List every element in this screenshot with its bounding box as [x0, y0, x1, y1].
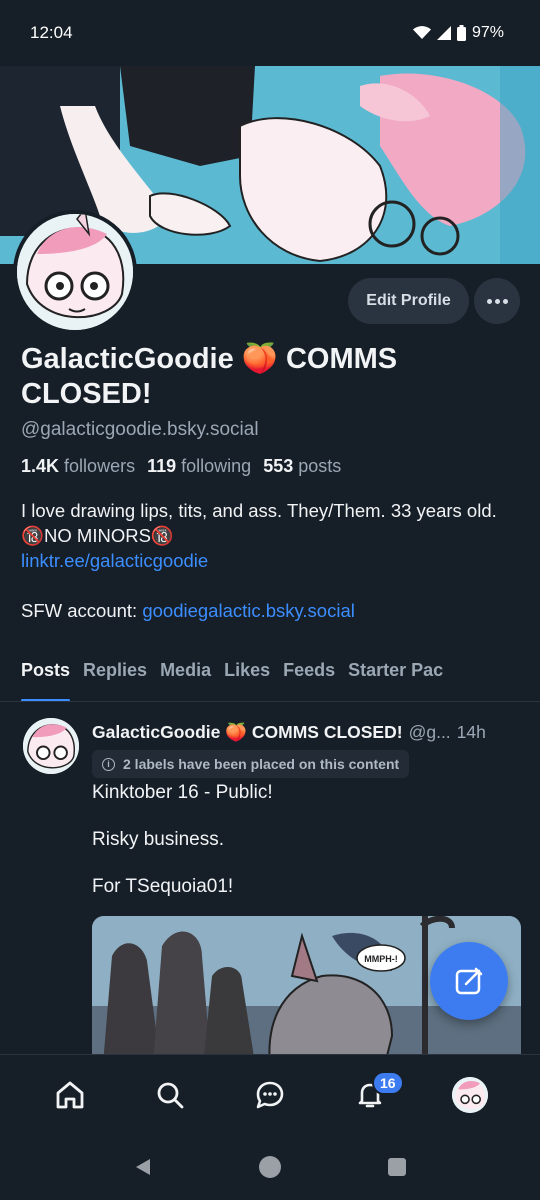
- tab-posts[interactable]: Posts: [21, 648, 71, 701]
- nav-avatar-art: [452, 1076, 488, 1113]
- home-circle-icon[interactable]: [258, 1155, 282, 1179]
- profile-tabs: Posts Replies Media Likes Feeds Starter …: [0, 648, 540, 702]
- content-labels-notice[interactable]: i 2 labels have been placed on this cont…: [92, 750, 410, 778]
- bottom-navigation: 16: [0, 1054, 540, 1134]
- post-header: GalacticGoodie 🍑 COMMS CLOSED! @g... 14h: [92, 722, 532, 743]
- tab-feeds[interactable]: Feeds: [283, 648, 335, 701]
- nav-avatar: [452, 1076, 488, 1113]
- bio-text: I love drawing lips, tits, and ass. They…: [21, 500, 497, 546]
- compose-icon: [455, 967, 483, 995]
- profile-avatar[interactable]: [13, 210, 137, 334]
- sfw-prefix: SFW account:: [21, 600, 143, 621]
- profile-handle: @galacticgoodie.bsky.social: [21, 419, 259, 440]
- nav-chat[interactable]: [240, 1065, 300, 1125]
- search-icon: [157, 1082, 184, 1108]
- nav-home[interactable]: [40, 1065, 100, 1125]
- tab-replies[interactable]: Replies: [83, 648, 147, 701]
- system-navigation: [0, 1134, 540, 1200]
- wifi-icon: [412, 26, 431, 39]
- battery-icon: [456, 25, 466, 41]
- dot-icon: [494, 298, 500, 304]
- following-count: 119: [147, 456, 177, 476]
- post-author[interactable]: GalacticGoodie 🍑 COMMS CLOSED!: [92, 722, 403, 743]
- display-name: GalacticGoodie 🍑 COMMS CLOSED!: [21, 343, 398, 410]
- post-text-line: Risky business.: [92, 829, 224, 850]
- chat-icon: [256, 1081, 284, 1108]
- followers-stat[interactable]: 1.4K followers: [21, 456, 135, 477]
- recents-icon[interactable]: [386, 1156, 408, 1178]
- nav-profile[interactable]: [440, 1065, 500, 1125]
- post-avatar-art: [23, 718, 79, 774]
- post-avatar[interactable]: [23, 718, 79, 774]
- dot-icon: [502, 298, 508, 304]
- post-text-line: For TSequoia01!: [92, 876, 234, 897]
- sfw-line: SFW account: goodiegalactic.bsky.social: [21, 598, 521, 623]
- status-time: 12:04: [30, 23, 73, 42]
- dot-icon: [486, 298, 492, 304]
- info-icon: i: [102, 757, 115, 771]
- nav-search[interactable]: [140, 1065, 200, 1125]
- posts-label: posts: [298, 456, 342, 476]
- bio-link[interactable]: linktr.ee/galacticgoodie: [21, 548, 521, 573]
- status-indicators: 97%: [412, 24, 504, 42]
- sfw-link[interactable]: goodiegalactic.bsky.social: [142, 600, 355, 621]
- post-handle: @g...: [408, 722, 451, 742]
- tab-media[interactable]: Media: [160, 648, 211, 701]
- battery-percent: 97%: [471, 24, 504, 41]
- post-text-line: Kinktober 16 - Public!: [92, 782, 273, 803]
- compose-post-button[interactable]: [430, 942, 508, 1020]
- following-stat[interactable]: 119 following: [147, 456, 251, 477]
- tab-likes[interactable]: Likes: [224, 648, 270, 701]
- back-icon[interactable]: [132, 1156, 154, 1178]
- status-bar: 12:04 97%: [0, 0, 540, 66]
- edit-profile-button[interactable]: Edit Profile: [348, 278, 469, 324]
- tab-starter-packs[interactable]: Starter Pac: [348, 648, 443, 701]
- notifications-badge: 16: [372, 1070, 404, 1095]
- home-icon: [56, 1081, 84, 1108]
- avatar-art: [17, 214, 133, 330]
- signal-icon: [436, 26, 451, 40]
- following-label: following: [181, 456, 252, 476]
- followers-label: followers: [64, 456, 136, 476]
- followers-count: 1.4K: [21, 456, 60, 476]
- more-options-button[interactable]: [474, 278, 520, 324]
- labels-text: 2 labels have been placed on this conten…: [123, 756, 400, 772]
- post-text: Kinktober 16 - Public! Risky business. F…: [92, 780, 512, 899]
- nav-notifications[interactable]: 16: [340, 1065, 404, 1125]
- post-time: 14h: [456, 722, 486, 742]
- profile-stats: 1.4K followers 119 following 553 posts: [21, 456, 341, 477]
- profile-bio: I love drawing lips, tits, and ass. They…: [21, 498, 521, 623]
- posts-stat: 553 posts: [263, 456, 341, 477]
- image-speech-text: MMPH-!: [364, 954, 398, 964]
- posts-count: 553: [263, 456, 294, 476]
